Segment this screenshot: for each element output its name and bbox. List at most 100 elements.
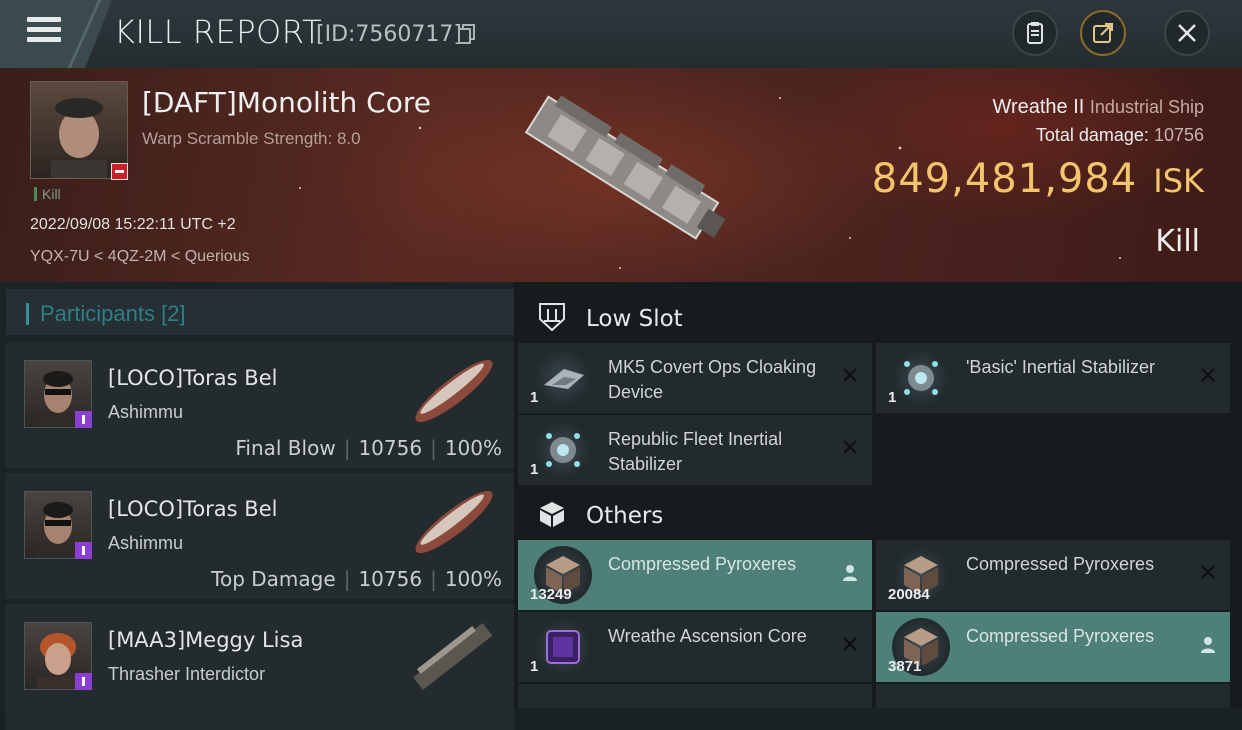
- item-name: Compressed Pyroxeres: [966, 626, 1155, 646]
- fitting-item[interactable]: 13249 Compressed Pyroxeres: [518, 540, 872, 610]
- item-name: Compressed Pyroxeres: [966, 554, 1155, 574]
- participant-row[interactable]: [MAA3]Meggy Lisa Thrasher Interdictor: [6, 604, 514, 730]
- stat-divider: |: [343, 436, 351, 460]
- destroyed-x-icon: [843, 637, 857, 651]
- fitting-item-partial[interactable]: [518, 684, 872, 708]
- report-id: [ID:7560717]: [316, 22, 462, 47]
- victim-ship-class: Industrial Ship: [1089, 97, 1204, 117]
- participant-ship: Ashimmu: [108, 402, 184, 422]
- participant-role: Final Blow: [235, 436, 336, 460]
- dropped-person-icon: [843, 565, 857, 581]
- kill-tag: Kill: [34, 186, 61, 202]
- item-quantity: 1: [530, 389, 539, 406]
- victim-portrait[interactable]: [30, 81, 128, 180]
- ascension-core-icon: [534, 618, 592, 676]
- participants-title: Participants [2]: [40, 301, 186, 327]
- participant-portrait[interactable]: [24, 622, 92, 690]
- participant-percent: 100%: [444, 567, 502, 591]
- hamburger-icon[interactable]: [27, 17, 61, 43]
- fittings-panel: Low Slot 1 MK5 Covert Ops Cloaking Devic…: [514, 282, 1242, 708]
- cloaking-device-icon: [534, 349, 592, 407]
- standing-info-icon: [75, 411, 92, 428]
- destroyed-x-icon: [1201, 368, 1215, 382]
- participant-row[interactable]: [LOCO]Toras Bel Ashimmu Final Blow | 10756…: [6, 342, 514, 468]
- participant-ship-image: [415, 359, 493, 423]
- item-quantity: 1: [530, 461, 539, 478]
- isk-unit: ISK: [1153, 162, 1204, 200]
- fitting-item[interactable]: 3871 Compressed Pyroxeres: [876, 612, 1230, 682]
- standing-info-icon: [75, 542, 92, 559]
- header-accent-bar: [26, 303, 29, 325]
- stat-divider: |: [430, 436, 437, 460]
- kill-location[interactable]: YQX-7U < 4QZ-2M < Querious: [30, 248, 250, 266]
- stat-divider: |: [343, 567, 351, 591]
- participant-ship: Thrasher Interdictor: [108, 664, 266, 684]
- isk-value: 849,481,984: [871, 156, 1138, 202]
- item-name: Compressed Pyroxeres: [608, 554, 797, 574]
- others-title: Others: [586, 503, 664, 529]
- participants-label: Participants: [40, 301, 155, 326]
- total-damage-line: Total damage: 10756: [1036, 125, 1204, 146]
- item-quantity: 13249: [530, 586, 572, 603]
- fitting-item[interactable]: 1 MK5 Covert Ops Cloaking Device: [518, 343, 872, 413]
- participant-stats: Top Damage | 10756 | 100%: [211, 567, 502, 591]
- fitting-item[interactable]: 1 Wreathe Ascension Core: [518, 612, 872, 682]
- total-damage-value: 10756: [1153, 125, 1204, 145]
- share-icon: [1093, 23, 1113, 43]
- participants-panel: Participants [2] [LOCO]Toras Bel Ashimmu…: [0, 282, 514, 730]
- copy-icon[interactable]: [458, 24, 476, 44]
- participant-stats: Final Blow | 10756 | 100%: [235, 436, 502, 460]
- low-slot-title: Low Slot: [586, 306, 683, 332]
- fitting-item-partial[interactable]: [876, 684, 1230, 708]
- fitting-item[interactable]: 1 Republic Fleet Inertial Stabilizer: [518, 415, 872, 485]
- destroyed-x-icon: [843, 368, 857, 382]
- participants-header: Participants [2]: [6, 289, 514, 335]
- victim-ship-name: Wreathe II: [992, 96, 1085, 118]
- total-damage-label: Total damage:: [1035, 125, 1149, 145]
- share-button[interactable]: [1080, 10, 1126, 56]
- item-name: Wreathe Ascension Core: [608, 626, 807, 646]
- standing-negative-icon: [111, 163, 128, 180]
- destroyed-x-icon: [843, 440, 857, 454]
- participant-role: Top Damage: [211, 567, 336, 591]
- inertial-stabilizer-icon: [892, 349, 950, 407]
- fitting-item[interactable]: 20084 Compressed Pyroxeres: [876, 540, 1230, 610]
- item-quantity: 20084: [888, 586, 930, 603]
- participant-damage: 10756: [358, 567, 423, 591]
- participant-ship: Ashimmu: [108, 533, 184, 553]
- victim-name[interactable]: [DAFT]Monolith Core: [142, 86, 431, 119]
- page-title: KILL REPORT: [114, 13, 323, 51]
- menu-button[interactable]: [0, 0, 112, 68]
- report-button[interactable]: [1012, 10, 1058, 56]
- inertial-stabilizer-icon: [534, 421, 592, 479]
- victim-ship-line[interactable]: Wreathe II Industrial Ship: [992, 96, 1204, 119]
- clipboard-icon: [1027, 22, 1043, 44]
- destroyed-x-icon: [1201, 565, 1215, 579]
- close-icon: [1178, 24, 1196, 42]
- participant-name[interactable]: [LOCO]Toras Bel: [108, 497, 277, 521]
- item-quantity: 1: [888, 389, 897, 406]
- item-quantity: 1: [530, 658, 539, 675]
- fitting-item[interactable]: 1 'Basic' Inertial Stabilizer: [876, 343, 1230, 413]
- low-slot-header: Low Slot: [518, 286, 1242, 348]
- standing-info-icon: [75, 673, 92, 690]
- ship-render-image: [524, 95, 726, 240]
- victim-subtitle: Warp Scramble Strength: 8.0: [142, 129, 361, 148]
- isk-value-line: 849,481,984 ISK: [872, 156, 1204, 202]
- item-name: Republic Fleet Inertial Stabilizer: [608, 429, 783, 474]
- item-name: MK5 Covert Ops Cloaking Device: [608, 357, 817, 402]
- participant-name[interactable]: [LOCO]Toras Bel: [108, 366, 277, 390]
- participant-portrait[interactable]: [24, 491, 92, 559]
- kill-type: Kill: [1155, 224, 1200, 259]
- participant-percent: 100%: [444, 436, 502, 460]
- cargo-box-icon: [540, 502, 564, 527]
- dropped-person-icon: [1201, 637, 1215, 653]
- close-button[interactable]: [1164, 10, 1210, 56]
- low-slot-icon: [539, 303, 565, 332]
- participant-ship-image: [415, 490, 493, 554]
- participant-name[interactable]: [MAA3]Meggy Lisa: [108, 628, 303, 652]
- participant-row[interactable]: [LOCO]Toras Bel Ashimmu Top Damage | 10756…: [6, 473, 514, 599]
- participant-portrait[interactable]: [24, 360, 92, 428]
- item-name: 'Basic' Inertial Stabilizer: [966, 357, 1155, 377]
- participants-count: [2]: [161, 301, 186, 326]
